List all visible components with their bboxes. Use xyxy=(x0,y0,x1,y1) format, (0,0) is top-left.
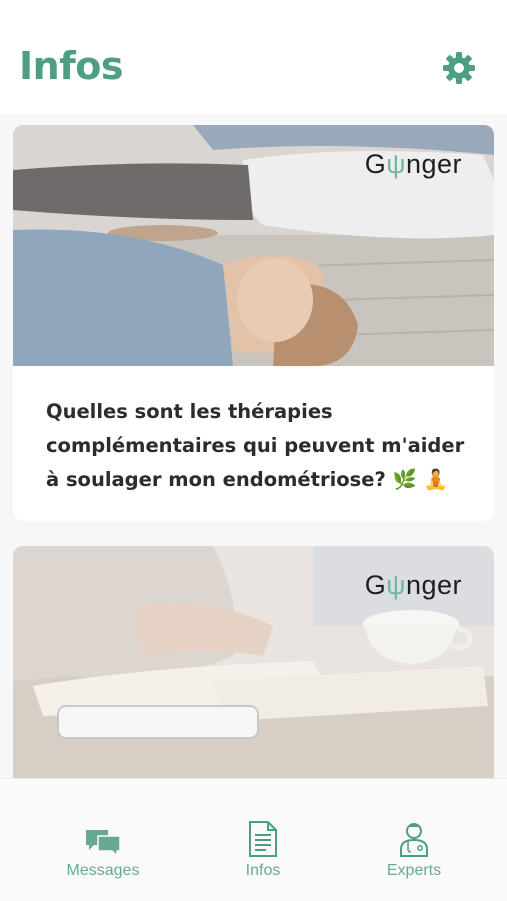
article-feed[interactable]: Gψnger Quelles sont les thérapies complé… xyxy=(0,114,507,778)
tab-label: Experts xyxy=(386,862,442,879)
gear-icon xyxy=(443,52,475,84)
tab-infos[interactable]: Infos xyxy=(203,819,323,880)
tab-messages[interactable]: Messages xyxy=(43,819,163,880)
tab-label: Infos xyxy=(245,862,281,879)
bottom-tab-bar: Messages Infos Experts xyxy=(0,778,507,901)
article-image: Gψnger xyxy=(13,125,494,366)
article-title: Quelles sont les thérapies complémentair… xyxy=(46,400,465,491)
article-card[interactable]: Gψnger xyxy=(13,546,494,778)
article-card[interactable]: Gψnger Quelles sont les thérapies complé… xyxy=(13,125,494,521)
settings-button[interactable] xyxy=(440,49,478,87)
document-icon xyxy=(249,821,277,857)
page-title: Infos xyxy=(19,44,123,88)
brand-logo: Gψnger xyxy=(364,570,462,600)
tab-experts[interactable]: Experts xyxy=(354,819,474,880)
article-image: Gψnger xyxy=(13,546,494,778)
chat-bubbles-icon xyxy=(86,830,121,857)
leaf-emoji: 🌿 xyxy=(392,468,417,491)
tab-label: Messages xyxy=(66,862,140,879)
woman-meditating-emoji: 🧘 xyxy=(423,468,448,491)
brand-logo: Gψnger xyxy=(364,149,462,179)
app-header: Infos xyxy=(0,0,507,114)
doctor-icon xyxy=(400,823,428,857)
